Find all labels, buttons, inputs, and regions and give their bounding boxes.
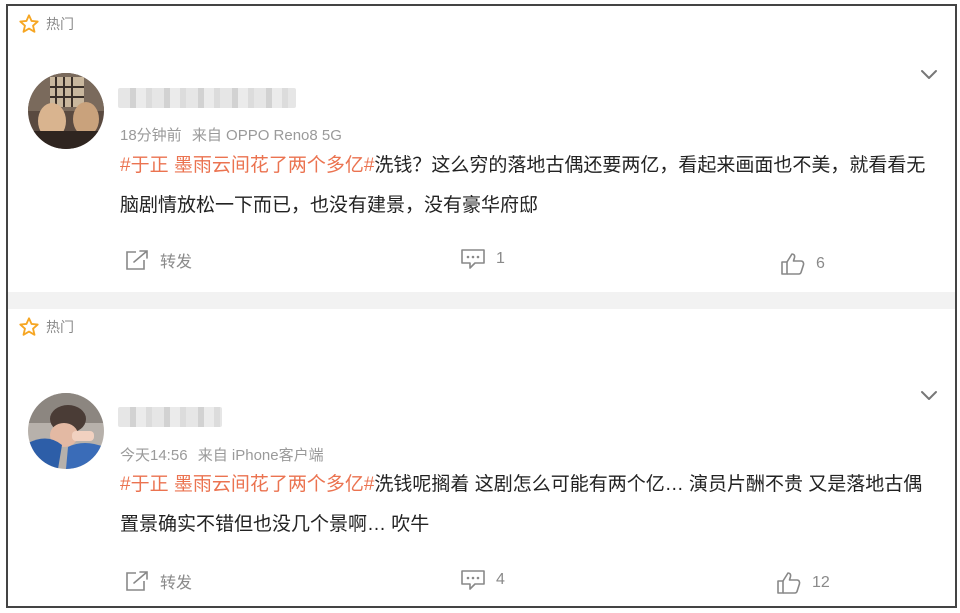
repost-label: 转发 <box>160 575 193 592</box>
comment-icon <box>461 570 485 590</box>
hot-label: 热门 <box>46 319 74 335</box>
comment-button[interactable]: 1 <box>460 248 505 270</box>
username-blurred[interactable] <box>118 407 222 427</box>
chevron-down-icon[interactable] <box>919 68 939 82</box>
hashtag-link[interactable]: #于正 墨雨云间花了两个多亿# <box>120 155 374 176</box>
hashtag-link[interactable]: #于正 墨雨云间花了两个多亿# <box>120 474 374 495</box>
comment-button[interactable]: 4 <box>460 569 505 591</box>
action-bar: 转发 4 12 <box>8 569 955 595</box>
thumbs-up-icon <box>781 253 805 275</box>
hot-badge: 热门 <box>18 315 74 339</box>
source: 来自 OPPO Reno8 5G <box>191 127 342 144</box>
comment-card: 热门 18分钟前 来自 OPPO Reno8 5G #于正 墨雨云间花了两个多亿… <box>8 6 955 292</box>
repost-icon <box>126 571 148 591</box>
like-button[interactable]: 12 <box>776 571 830 595</box>
repost-label: 转发 <box>160 254 193 271</box>
hot-label: 热门 <box>46 16 74 32</box>
timestamp: 今天14:56 <box>120 447 188 464</box>
divider <box>8 292 955 309</box>
username-blurred[interactable] <box>118 88 296 108</box>
repost-button[interactable]: 转发 <box>124 569 192 593</box>
comment-meta: 今天14:56 来自 iPhone客户端 <box>120 444 324 465</box>
avatar[interactable] <box>28 393 104 469</box>
source: 来自 iPhone客户端 <box>197 447 324 464</box>
like-button[interactable]: 6 <box>780 252 825 276</box>
weibo-comment-feed: 热门 18分钟前 来自 OPPO Reno8 5G #于正 墨雨云间花了两个多亿… <box>6 4 957 608</box>
action-bar: 转发 1 6 <box>8 248 955 276</box>
repost-button[interactable]: 转发 <box>124 248 192 272</box>
like-count: 6 <box>816 255 825 272</box>
chevron-down-icon[interactable] <box>919 389 939 403</box>
comment-count: 1 <box>496 250 505 267</box>
hot-badge: 热门 <box>18 12 74 36</box>
comment-icon <box>461 249 485 269</box>
timestamp: 18分钟前 <box>120 127 182 144</box>
like-count: 12 <box>812 574 830 591</box>
comment-meta: 18分钟前 来自 OPPO Reno8 5G <box>120 124 342 145</box>
thumbs-up-icon <box>777 572 801 594</box>
repost-icon <box>126 250 148 270</box>
comment-text: #于正 墨雨云间花了两个多亿#洗钱？这么穷的落地古偶还要两亿，看起来画面也不美，… <box>120 146 940 226</box>
comment-text: #于正 墨雨云间花了两个多亿#洗钱呢搁着 这剧怎么可能有两个亿… 演员片酬不贵 … <box>120 465 940 545</box>
star-icon <box>19 14 39 33</box>
comment-card: 热门 今天14:56 来自 iPhone客户端 #于正 墨雨云间花了两个多亿#洗… <box>8 309 955 606</box>
comment-count: 4 <box>496 571 505 588</box>
star-icon <box>19 317 39 336</box>
avatar[interactable] <box>28 73 104 149</box>
